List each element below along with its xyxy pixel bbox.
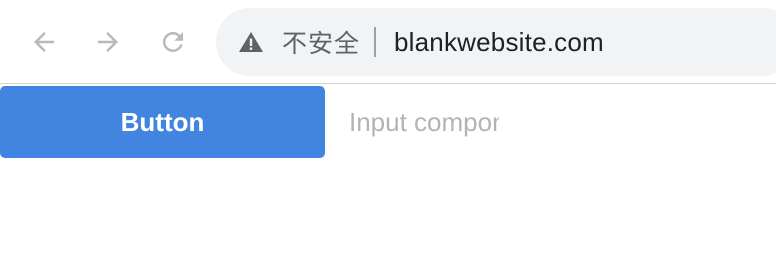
forward-button[interactable] xyxy=(90,24,126,60)
address-bar-content: 不安全 blankwebsite.com xyxy=(238,8,604,76)
back-button[interactable] xyxy=(26,24,62,60)
arrow-right-icon xyxy=(93,27,123,57)
browser-toolbar: 不安全 blankwebsite.com xyxy=(0,0,776,84)
reload-button[interactable] xyxy=(155,24,191,60)
omnibox-divider xyxy=(374,27,377,57)
warning-triangle-icon[interactable] xyxy=(238,30,264,54)
primary-button[interactable]: Button xyxy=(0,86,325,158)
arrow-left-icon xyxy=(29,27,59,57)
url-text[interactable]: blankwebsite.com xyxy=(394,27,604,58)
security-status-label[interactable]: 不安全 xyxy=(282,24,360,60)
text-input[interactable] xyxy=(349,97,499,147)
reload-icon xyxy=(158,27,188,57)
address-bar[interactable]: 不安全 blankwebsite.com xyxy=(216,8,776,76)
page-content: Button xyxy=(0,85,776,280)
